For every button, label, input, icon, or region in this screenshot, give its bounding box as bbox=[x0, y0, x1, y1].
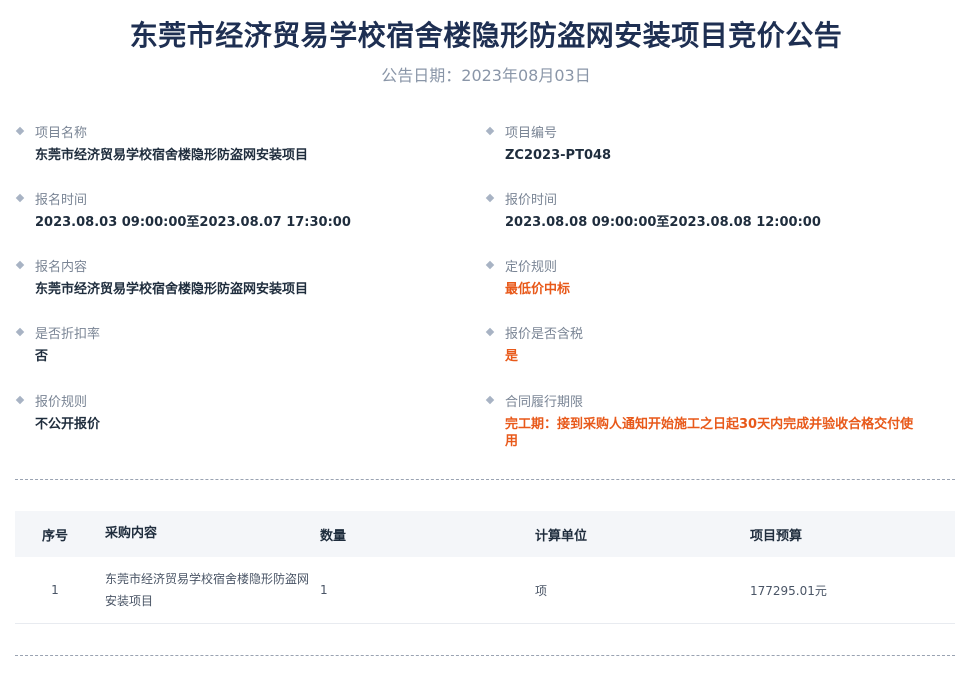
field-value: 2023.08.08 09:00:00至2023.08.08 12:00:00 bbox=[505, 215, 821, 230]
field-label: 合同履行期限 bbox=[505, 394, 584, 410]
field-pricing-rule: 定价规则 最低价中标 bbox=[470, 255, 920, 298]
field-label: 项目编号 bbox=[505, 125, 558, 141]
field-quote-time: 报价时间 2023.08.08 09:00:00至2023.08.08 12:0… bbox=[470, 188, 920, 231]
diamond-bullet-icon bbox=[485, 126, 495, 136]
header-unit: 计算单位 bbox=[535, 528, 588, 544]
field-value: 否 bbox=[35, 349, 49, 364]
table-header: 序号 采购内容 数量 计算单位 项目预算 bbox=[15, 511, 955, 557]
field-value: 最低价中标 bbox=[505, 282, 571, 297]
diamond-bullet-icon bbox=[15, 193, 25, 203]
field-project-no: 项目编号 ZC2023-PT048 bbox=[470, 121, 920, 164]
diamond-bullet-icon bbox=[15, 260, 25, 270]
field-signup-content: 报名内容 东莞市经济贸易学校宿舍楼隐形防盗网安装项目 bbox=[0, 255, 450, 298]
field-tax-included: 报价是否含税 是 bbox=[470, 322, 920, 365]
field-label: 定价规则 bbox=[505, 259, 558, 275]
diamond-bullet-icon bbox=[15, 327, 25, 337]
field-value: ZC2023-PT048 bbox=[505, 148, 612, 163]
field-label: 报价时间 bbox=[505, 192, 558, 208]
page-title: 东莞市经济贸易学校宿舍楼隐形防盗网安装项目竞价公告 bbox=[129, 19, 843, 52]
field-value: 是 bbox=[505, 349, 519, 364]
cell-budget: 177295.01元 bbox=[750, 583, 827, 598]
header-content: 采购内容 bbox=[105, 526, 158, 541]
cell-index: 1 bbox=[51, 583, 59, 597]
header-budget: 项目预算 bbox=[750, 528, 803, 544]
field-value: 不公开报价 bbox=[35, 417, 101, 432]
diamond-bullet-icon bbox=[485, 395, 495, 405]
diamond-bullet-icon bbox=[485, 327, 495, 337]
dashed-divider bbox=[15, 479, 955, 480]
diamond-bullet-icon bbox=[15, 126, 25, 136]
cell-quantity: 1 bbox=[320, 583, 328, 597]
dashed-divider bbox=[15, 655, 955, 656]
field-contract-period: 合同履行期限 完工期：接到采购人通知开始施工之日起30天内完成并验收合格交付使用 bbox=[470, 390, 920, 450]
field-signup-time: 报名时间 2023.08.03 09:00:00至2023.08.07 17:3… bbox=[0, 188, 450, 231]
table-row: 1 东莞市经济贸易学校宿舍楼隐形防盗网安装项目 1 项 177295.01元 bbox=[15, 557, 955, 624]
field-label: 报价规则 bbox=[35, 394, 88, 410]
field-discount-rate: 是否折扣率 否 bbox=[0, 322, 450, 365]
diamond-bullet-icon bbox=[485, 193, 495, 203]
field-label: 报名时间 bbox=[35, 192, 88, 208]
field-label: 是否折扣率 bbox=[35, 326, 101, 342]
field-value: 2023.08.03 09:00:00至2023.08.07 17:30:00 bbox=[35, 215, 351, 230]
announcement-date: 公告日期：2023年08月03日 bbox=[381, 66, 591, 85]
field-label: 报名内容 bbox=[35, 259, 88, 275]
field-project-name: 项目名称 东莞市经济贸易学校宿舍楼隐形防盗网安装项目 bbox=[0, 121, 450, 164]
cell-content: 东莞市经济贸易学校宿舍楼隐形防盗网安装项目 bbox=[105, 572, 310, 608]
diamond-bullet-icon bbox=[15, 395, 25, 405]
header-quantity: 数量 bbox=[320, 528, 347, 544]
field-value: 东莞市经济贸易学校宿舍楼隐形防盗网安装项目 bbox=[35, 282, 309, 297]
field-quote-rule: 报价规则 不公开报价 bbox=[0, 390, 450, 433]
header-index: 序号 bbox=[41, 528, 68, 544]
field-value: 东莞市经济贸易学校宿舍楼隐形防盗网安装项目 bbox=[35, 148, 309, 163]
field-label: 项目名称 bbox=[35, 125, 88, 141]
diamond-bullet-icon bbox=[485, 260, 495, 270]
field-value: 完工期：接到采购人通知开始施工之日起30天内完成并验收合格交付使用 bbox=[505, 417, 914, 449]
procurement-table: 序号 采购内容 数量 计算单位 项目预算 1 东莞市经济贸易学校宿舍楼隐形防盗网… bbox=[15, 511, 955, 624]
cell-unit: 项 bbox=[535, 583, 548, 598]
field-label: 报价是否含税 bbox=[505, 326, 584, 342]
